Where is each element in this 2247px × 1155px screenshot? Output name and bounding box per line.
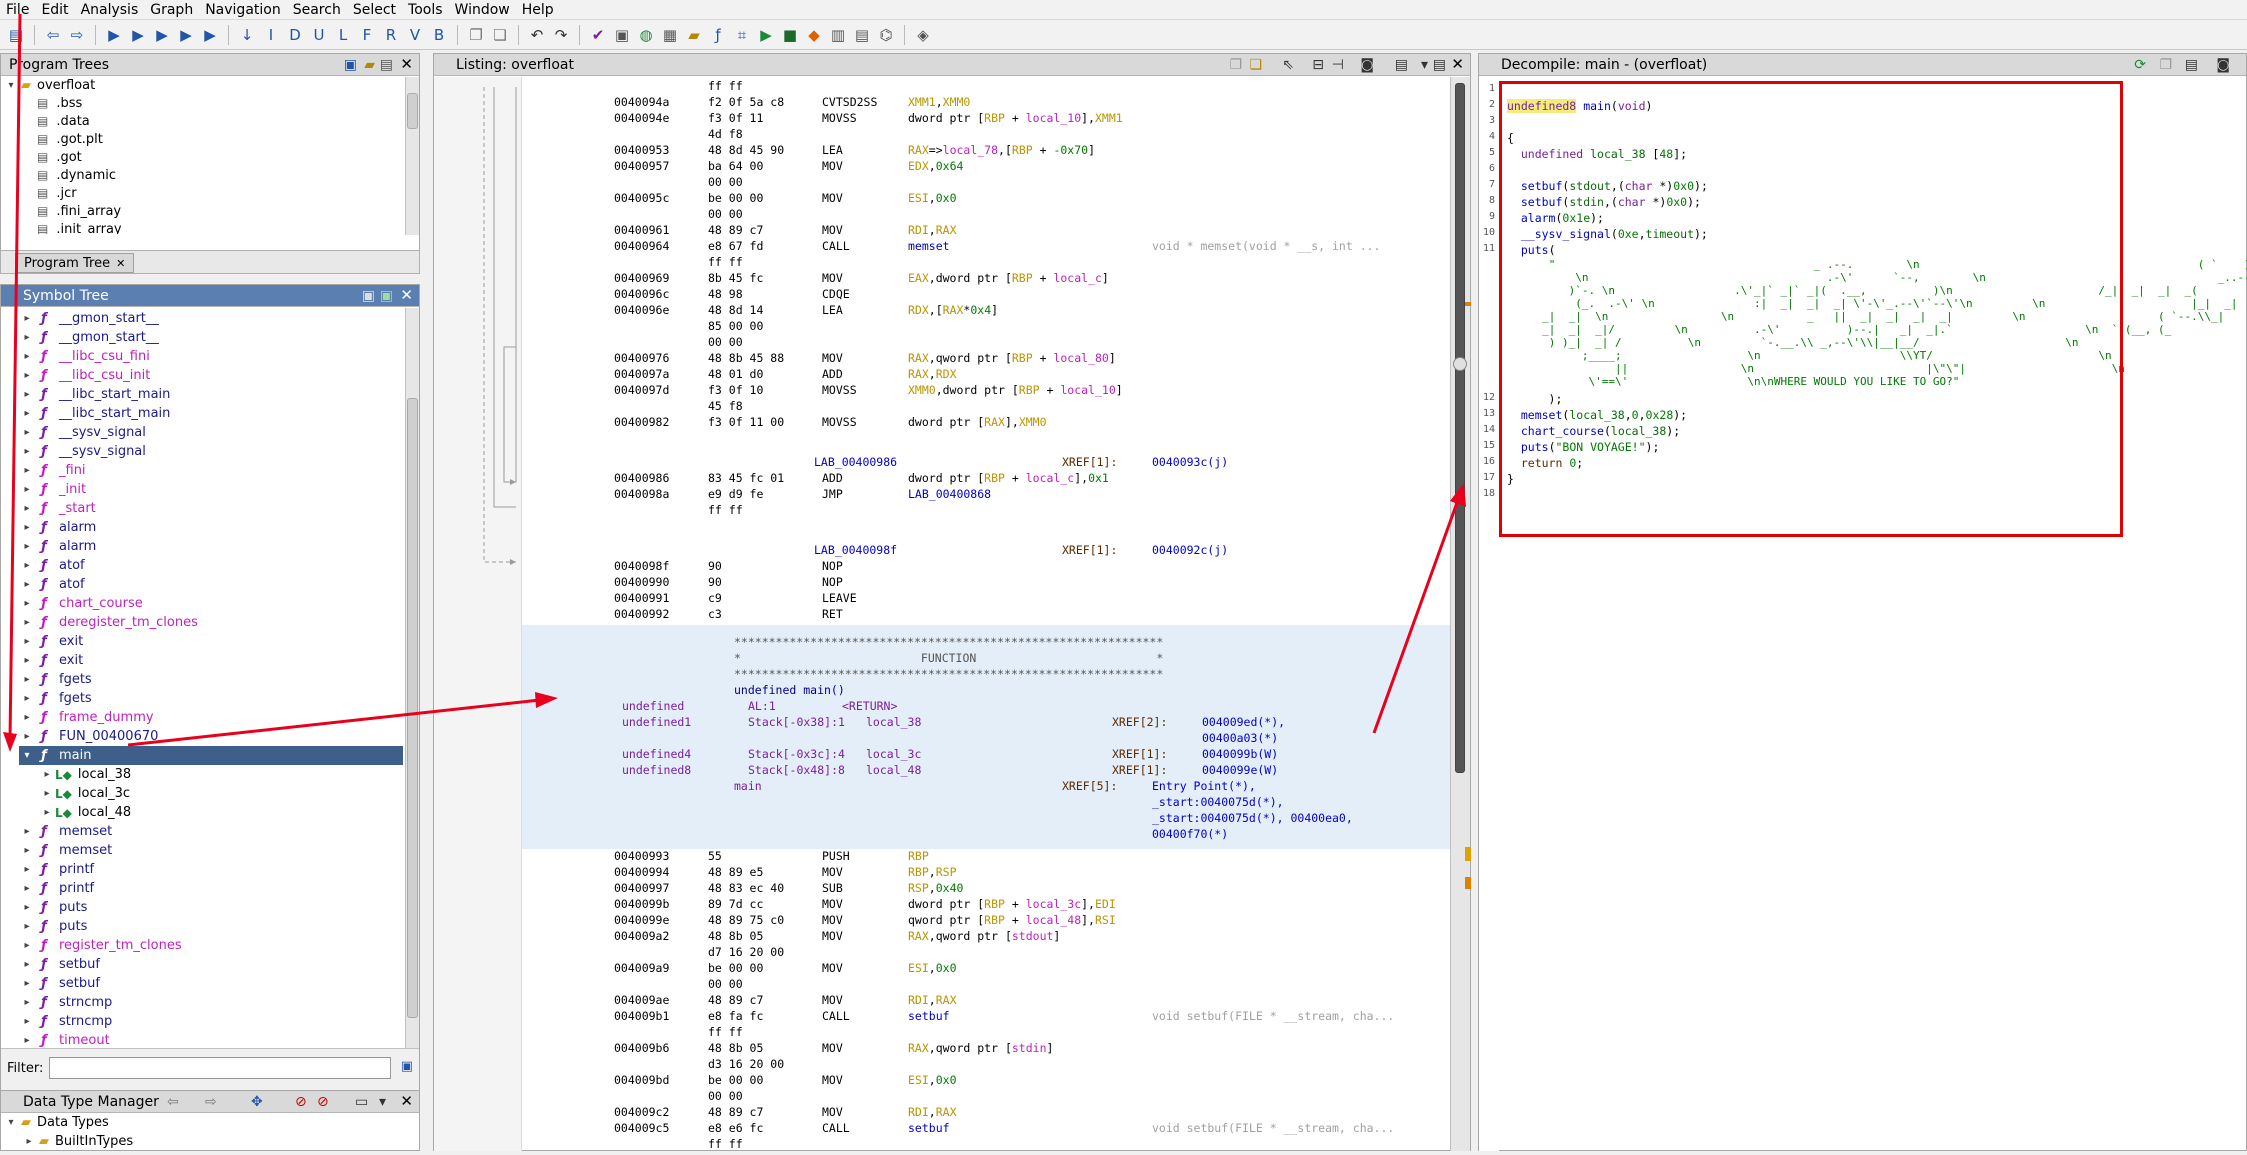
annotation-arrows	[3, 13, 1466, 752]
